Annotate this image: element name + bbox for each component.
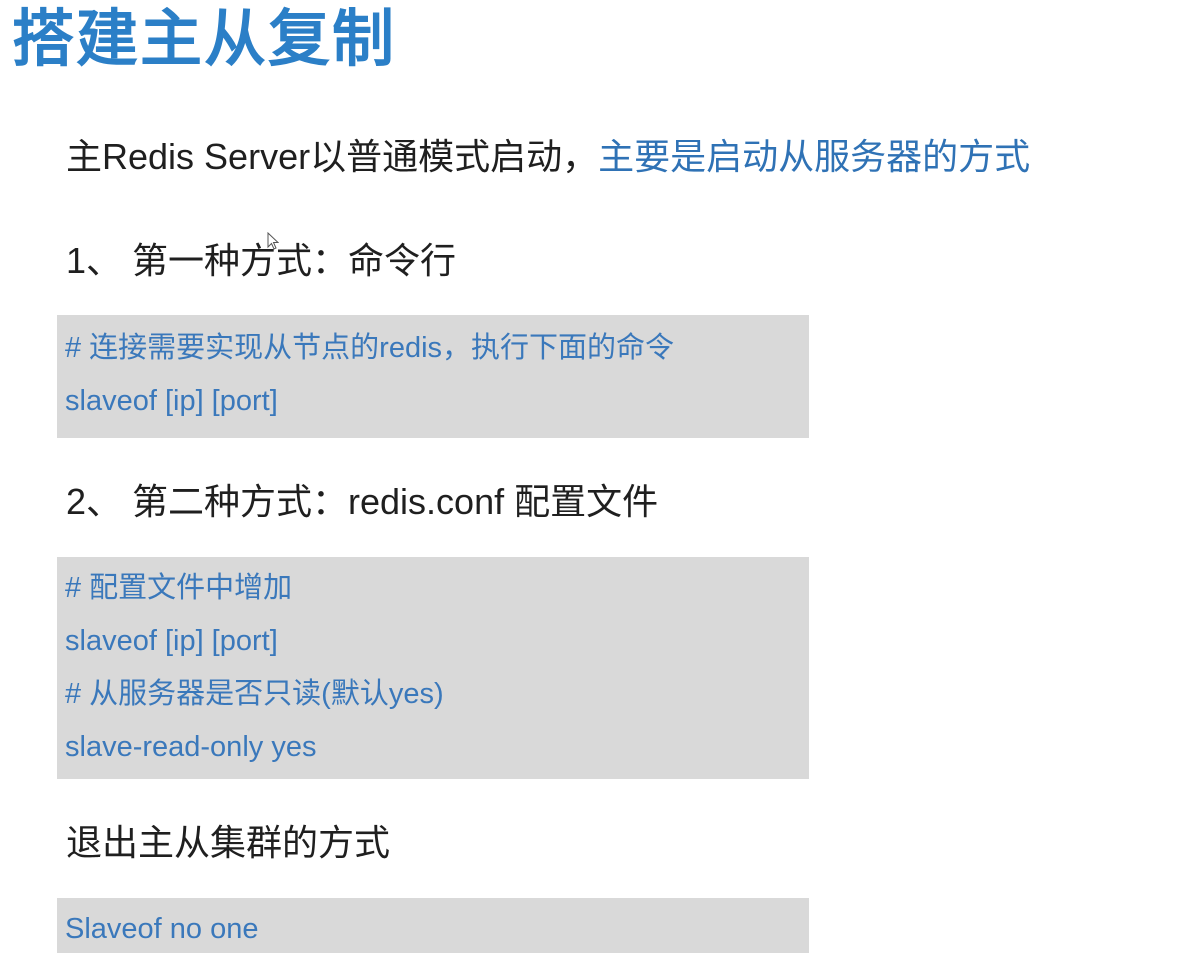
section-heading-command-line: 1、 第一种方式：命令行 [66, 240, 457, 281]
code-block-command-line: # 连接需要实现从节点的redis，执行下面的命令 slaveof [ip] [… [57, 315, 809, 438]
code-comment: # 从服务器是否只读(默认yes) [65, 678, 444, 710]
intro-plain: 主Redis Server以普通模式启动， [66, 136, 599, 177]
code-comment: # 配置文件中增加 [65, 572, 293, 604]
intro-text: 主Redis Server以普通模式启动，主要是启动从服务器的方式 [66, 132, 1030, 182]
mouse-pointer-icon [267, 232, 279, 250]
code-comment: # 连接需要实现从节点的redis，执行下面的命令 [65, 332, 675, 364]
code-block-exit-cluster: Slaveof no one [57, 898, 809, 953]
page-title: 搭建主从复制 [12, 5, 397, 74]
code-line: slaveof [ip] [port] [65, 385, 278, 417]
code-line: slaveof [ip] [port] [65, 625, 278, 657]
code-block-config-file: # 配置文件中增加 slaveof [ip] [port] # 从服务器是否只读… [57, 557, 809, 779]
section-heading-exit-cluster: 退出主从集群的方式 [66, 822, 391, 863]
intro-accent: 主要是启动从服务器的方式 [598, 136, 1031, 177]
slide: 搭建主从复制 主Redis Server以普通模式启动，主要是启动从服务器的方式… [0, 0, 1177, 957]
code-line: Slaveof no one [65, 913, 259, 945]
section-heading-config-file: 2、 第二种方式：redis.conf 配置文件 [66, 481, 659, 522]
code-line: slave-read-only yes [65, 731, 317, 763]
